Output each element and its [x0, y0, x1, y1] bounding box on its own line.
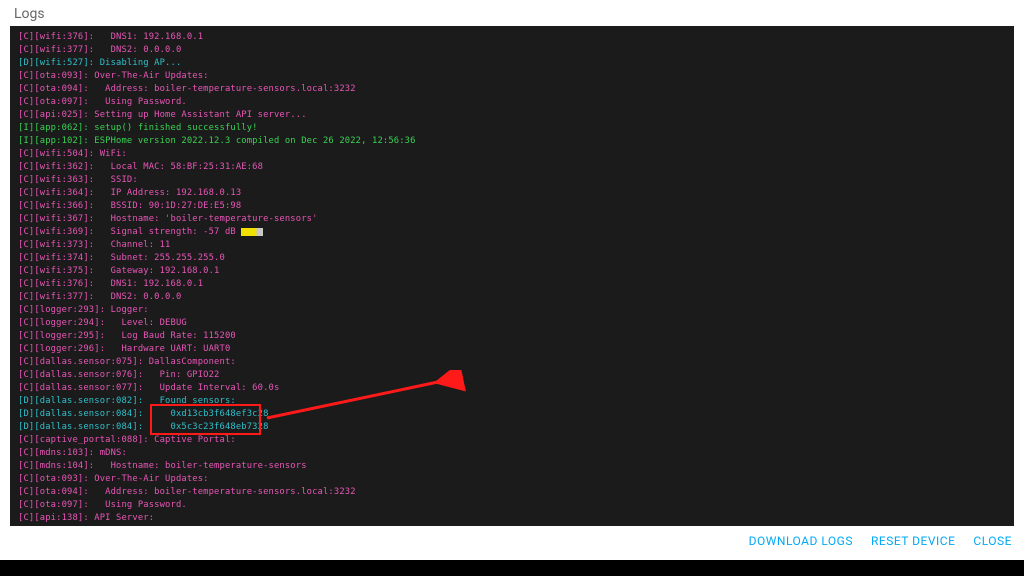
log-line: [C][api:139]: Address: boiler-temperatur…	[18, 525, 1006, 526]
log-line: [D][dallas.sensor:084]: 0xd13cb3f648ef3c…	[18, 408, 1006, 421]
log-line: [C][wifi:376]: DNS1: 192.168.0.1	[18, 278, 1006, 291]
log-line: [D][dallas.sensor:084]: 0x5c3c23f648eb73…	[18, 421, 1006, 434]
log-line: [C][wifi:364]: IP Address: 192.168.0.13	[18, 187, 1006, 200]
log-line: [C][wifi:376]: DNS1: 192.168.0.1	[18, 31, 1006, 44]
log-line: [C][wifi:367]: Hostname: 'boiler-tempera…	[18, 213, 1006, 226]
log-line: [C][mdns:104]: Hostname: boiler-temperat…	[18, 460, 1006, 473]
log-line: [C][dallas.sensor:077]: Update Interval:…	[18, 382, 1006, 395]
log-line: [C][captive_portal:088]: Captive Portal:	[18, 434, 1006, 447]
terminal-wrapper: [C][wifi:376]: DNS1: 192.168.0.1[C][wifi…	[10, 26, 1014, 526]
log-line: [C][logger:293]: Logger:	[18, 304, 1006, 317]
log-line: [I][app:102]: ESPHome version 2022.12.3 …	[18, 135, 1006, 148]
close-button[interactable]: CLOSE	[973, 534, 1012, 548]
log-line: [I][app:062]: setup() finished successfu…	[18, 122, 1006, 135]
log-line: [C][wifi:375]: Gateway: 192.168.0.1	[18, 265, 1006, 278]
log-line: [C][wifi:363]: SSID:	[18, 174, 1006, 187]
bottom-strip	[0, 560, 1024, 576]
log-line: [C][api:025]: Setting up Home Assistant …	[18, 109, 1006, 122]
log-line: [C][ota:093]: Over-The-Air Updates:	[18, 473, 1006, 486]
log-line: [C][wifi:504]: WiFi:	[18, 148, 1006, 161]
log-line: [C][ota:093]: Over-The-Air Updates:	[18, 70, 1006, 83]
log-line: [C][ota:097]: Using Password.	[18, 499, 1006, 512]
signal-strength-bar	[241, 228, 263, 236]
log-line: [C][dallas.sensor:075]: DallasComponent:	[18, 356, 1006, 369]
reset-device-button[interactable]: RESET DEVICE	[871, 534, 955, 548]
log-line: [D][wifi:527]: Disabling AP...	[18, 57, 1006, 70]
page-title: Logs	[0, 0, 1024, 26]
log-line: [C][mdns:103]: mDNS:	[18, 447, 1006, 460]
log-line: [C][logger:294]: Level: DEBUG	[18, 317, 1006, 330]
footer-actions: DOWNLOAD LOGS RESET DEVICE CLOSE	[749, 534, 1012, 548]
log-line: [C][logger:296]: Hardware UART: UART0	[18, 343, 1006, 356]
log-line: [C][wifi:377]: DNS2: 0.0.0.0	[18, 291, 1006, 304]
log-line: [C][ota:094]: Address: boiler-temperatur…	[18, 486, 1006, 499]
download-logs-button[interactable]: DOWNLOAD LOGS	[749, 534, 853, 548]
log-line: [C][wifi:369]: Signal strength: -57 dB	[18, 226, 1006, 239]
log-line: [C][dallas.sensor:076]: Pin: GPIO22	[18, 369, 1006, 382]
log-line: [D][dallas.sensor:082]: Found sensors:	[18, 395, 1006, 408]
log-line: [C][wifi:374]: Subnet: 255.255.255.0	[18, 252, 1006, 265]
log-line: [C][ota:094]: Address: boiler-temperatur…	[18, 83, 1006, 96]
log-line: [C][wifi:366]: BSSID: 90:1D:27:DE:E5:98	[18, 200, 1006, 213]
log-line: [C][wifi:373]: Channel: 11	[18, 239, 1006, 252]
log-line: [C][wifi:362]: Local MAC: 58:BF:25:31:AE…	[18, 161, 1006, 174]
log-output[interactable]: [C][wifi:376]: DNS1: 192.168.0.1[C][wifi…	[10, 26, 1014, 526]
log-line: [C][wifi:377]: DNS2: 0.0.0.0	[18, 44, 1006, 57]
log-line: [C][api:138]: API Server:	[18, 512, 1006, 525]
log-line: [C][ota:097]: Using Password.	[18, 96, 1006, 109]
log-line: [C][logger:295]: Log Baud Rate: 115200	[18, 330, 1006, 343]
